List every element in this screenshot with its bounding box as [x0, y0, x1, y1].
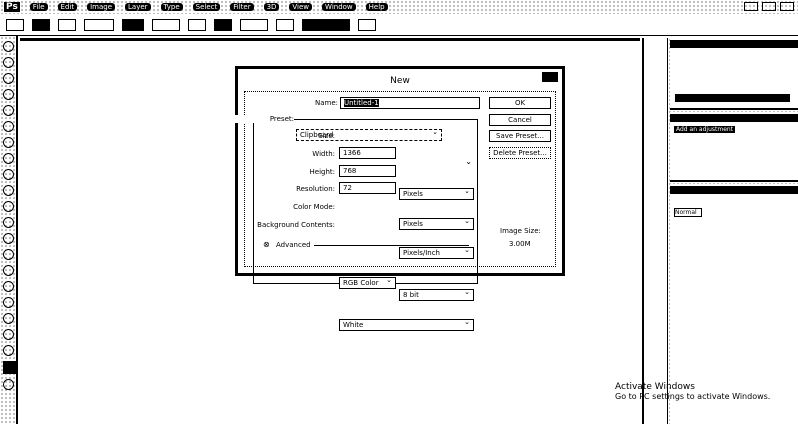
layers-header[interactable]: [670, 186, 798, 194]
save-preset-button[interactable]: Save Preset...: [489, 130, 551, 142]
tool-preset-icon[interactable]: [6, 18, 24, 31]
delete-preset-button[interactable]: Delete Preset...: [489, 147, 551, 159]
pressure-size-icon[interactable]: [358, 18, 376, 31]
shape-tool-icon[interactable]: [3, 313, 14, 324]
height-unit-dropdown[interactable]: Pixels: [399, 217, 474, 230]
activate-windows-watermark: Activate Windows Go to PC settings to ac…: [615, 382, 770, 401]
right-panels: Add an adjustment Normal: [642, 38, 798, 424]
resolution-input[interactable]: 72: [339, 182, 396, 194]
adjustments-panel: Add an adjustment: [670, 112, 798, 182]
blend-mode-dropdown[interactable]: Normal: [674, 208, 702, 217]
advanced-label[interactable]: Advanced: [276, 241, 311, 249]
menu-window[interactable]: Window: [322, 3, 356, 11]
crop-tool-icon[interactable]: [3, 105, 14, 116]
menu-image[interactable]: Image: [87, 3, 116, 11]
minimize-button[interactable]: [744, 2, 758, 11]
preset-group: [253, 119, 478, 284]
pressure-opacity-icon[interactable]: [188, 18, 206, 31]
menu-filter[interactable]: Filter: [230, 3, 254, 11]
brush-tool-icon[interactable]: [3, 153, 14, 164]
hand-tool-icon[interactable]: [3, 329, 14, 340]
flow-slider[interactable]: [240, 18, 268, 31]
size-label: Size:: [318, 132, 335, 140]
history-brush-tool-icon[interactable]: [3, 185, 14, 196]
eyedropper-tool-icon[interactable]: [3, 121, 14, 132]
quick-select-tool-icon[interactable]: [3, 89, 14, 100]
dialog-close-icon[interactable]: [542, 72, 558, 82]
dialog-title: New: [390, 76, 410, 86]
photoshop-logo: Ps: [4, 2, 20, 12]
cancel-button[interactable]: Cancel: [489, 114, 551, 126]
adjustments-header[interactable]: [670, 114, 798, 122]
image-size-label: Image Size:: [500, 227, 541, 235]
height-label: Height:: [309, 168, 336, 176]
dodge-tool-icon[interactable]: [3, 249, 14, 260]
resolution-unit-dropdown[interactable]: Pixels/Inch: [399, 246, 474, 259]
watermark-line1: Activate Windows: [615, 382, 695, 392]
resolution-label: Resolution:: [296, 185, 335, 193]
menu-type[interactable]: Type: [160, 3, 183, 11]
menu-file[interactable]: File: [29, 3, 48, 11]
preset-label: Preset:: [224, 115, 294, 123]
opacity-field[interactable]: [122, 18, 144, 31]
menu-help[interactable]: Help: [365, 3, 388, 11]
quick-mask-icon[interactable]: [3, 379, 14, 390]
color-swatches-icon[interactable]: [3, 361, 16, 374]
options-bar: [0, 14, 798, 36]
pen-tool-icon[interactable]: [3, 265, 14, 276]
color-mode-dropdown[interactable]: RGB Color: [339, 276, 396, 289]
new-document-dialog: New Name: Untitled-1 Preset: Clipboard S…: [224, 66, 565, 331]
brush-preset-icon[interactable]: [32, 18, 50, 31]
watermark-line2: Go to PC settings to activate Windows.: [615, 392, 771, 401]
color-panel: [670, 38, 798, 110]
maximize-button[interactable]: [762, 2, 776, 11]
close-button[interactable]: [780, 2, 794, 11]
name-label: Name:: [314, 99, 338, 107]
marquee-tool-icon[interactable]: [3, 57, 14, 68]
height-input[interactable]: 768: [339, 165, 396, 177]
menu-3d[interactable]: 3D: [263, 3, 280, 11]
width-input[interactable]: 1366: [339, 147, 396, 159]
tools-panel: [0, 36, 18, 424]
advanced-divider: [314, 245, 469, 246]
advanced-toggle-icon[interactable]: ⊗: [263, 240, 270, 249]
background-label: Background Contents:: [257, 221, 335, 229]
color-panel-header[interactable]: [670, 40, 798, 48]
name-value: Untitled-1: [344, 99, 379, 107]
adjustments-hint: Add an adjustment: [674, 126, 736, 133]
background-dropdown[interactable]: White: [339, 318, 474, 331]
opacity-slider[interactable]: [152, 18, 180, 31]
type-tool-icon[interactable]: [3, 281, 14, 292]
blur-tool-icon[interactable]: [3, 233, 14, 244]
clone-stamp-tool-icon[interactable]: [3, 169, 14, 180]
gradient-tool-icon[interactable]: [3, 217, 14, 228]
mode-dropdown[interactable]: [84, 18, 114, 31]
color-mode-label: Color Mode:: [293, 203, 335, 211]
menu-bar: Ps File Edit Image Layer Type Select Fil…: [0, 0, 798, 14]
width-unit-dropdown[interactable]: Pixels: [399, 187, 474, 200]
sample-dropdown[interactable]: [302, 18, 350, 31]
name-input[interactable]: Untitled-1: [340, 97, 480, 109]
airbrush-icon[interactable]: [276, 18, 294, 31]
menu-view[interactable]: View: [289, 3, 313, 11]
menu-select[interactable]: Select: [192, 3, 221, 11]
bit-depth-dropdown[interactable]: 8 bit: [399, 288, 474, 301]
menu-layer[interactable]: Layer: [125, 3, 151, 11]
width-label: Width:: [312, 150, 335, 158]
eraser-tool-icon[interactable]: [3, 201, 14, 212]
menu-edit[interactable]: Edit: [57, 3, 78, 11]
ok-button[interactable]: OK: [489, 97, 551, 109]
healing-tool-icon[interactable]: [3, 137, 14, 148]
image-size-value: 3.00M: [509, 240, 531, 248]
path-select-tool-icon[interactable]: [3, 297, 14, 308]
lasso-tool-icon[interactable]: [3, 73, 14, 84]
move-tool-icon[interactable]: [3, 41, 14, 52]
flow-field[interactable]: [214, 18, 232, 31]
brush-panel-icon[interactable]: [58, 18, 76, 31]
panel-icon-strip: [644, 38, 668, 424]
zoom-tool-icon[interactable]: [3, 345, 14, 356]
color-ramp[interactable]: [675, 94, 790, 102]
